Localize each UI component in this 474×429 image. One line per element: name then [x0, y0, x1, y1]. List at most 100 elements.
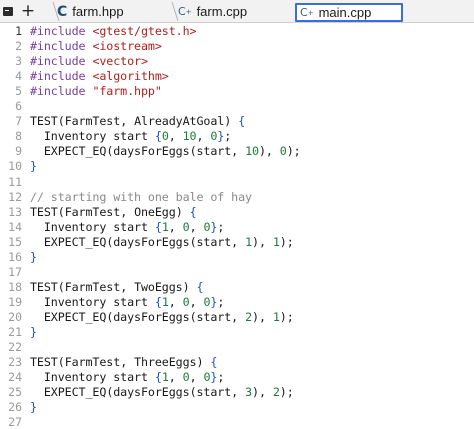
code-line[interactable]: 17: [0, 265, 474, 280]
code-token: start: [106, 294, 155, 309]
code-token: (: [189, 309, 197, 324]
code-token: ,: [265, 144, 280, 159]
code-token: 3: [245, 385, 252, 400]
code-line[interactable]: 20 EXPECT_EQ(daysForEggs(start, 2), 1);: [0, 310, 474, 325]
code-text: }: [30, 400, 37, 415]
code-line[interactable]: 16}: [0, 250, 474, 265]
code-text: }: [30, 159, 37, 174]
code-token: 1: [272, 309, 280, 324]
code-text: TEST(FarmTest, ThreeEggs) {: [30, 355, 217, 370]
code-text: TEST(FarmTest, TwoEggs) {: [30, 279, 204, 295]
tab-separator: [170, 2, 180, 21]
code-token: ,: [258, 385, 273, 400]
code-line[interactable]: 6: [0, 99, 474, 114]
code-token: ): [279, 309, 287, 324]
code-token: (: [189, 385, 197, 400]
code-line[interactable]: 25 EXPECT_EQ(daysForEggs(start, 3), 2);: [0, 385, 474, 400]
code-text: EXPECT_EQ(daysForEggs(start, 3), 2);: [30, 385, 294, 400]
code-line[interactable]: 22: [0, 340, 474, 355]
code-token: TEST: [30, 204, 58, 219]
code-token: ,: [168, 129, 183, 144]
line-number: 23: [8, 355, 22, 370]
code-line[interactable]: 26}: [0, 400, 474, 415]
cpp-file-icon: C +: [178, 5, 192, 18]
code-line[interactable]: 19 Inventory start {1, 0, 0};: [0, 295, 474, 310]
line-number: 2: [15, 39, 22, 54]
code-token: (: [57, 204, 65, 219]
code-token: ,: [168, 370, 183, 385]
code-token: ,: [168, 219, 183, 234]
code-token: ,: [196, 129, 211, 144]
code-token: ): [279, 385, 287, 400]
line-number: 10: [8, 159, 22, 174]
code-token: Inventory: [43, 129, 107, 144]
code-line[interactable]: 18 TEST(FarmTest, TwoEggs) {: [0, 280, 474, 295]
code-line[interactable]: 2 #include <iostream>: [0, 39, 474, 54]
code-token: (: [57, 355, 65, 370]
tab-farm-cpp[interactable]: C + farm.cpp: [171, 2, 284, 21]
tab-farm-hpp[interactable]: C farm.hpp: [52, 2, 163, 21]
code-token: Inventory: [43, 370, 107, 385]
code-token: ,: [120, 355, 135, 370]
code-line[interactable]: 1 #include <gtest/gtest.h>: [0, 24, 474, 39]
line-number: 6: [15, 99, 22, 114]
code-line[interactable]: 12 // starting with one bale of hay: [0, 190, 474, 205]
code-token: daysForEggs: [113, 309, 190, 324]
code-token: ;: [224, 129, 232, 144]
code-line[interactable]: 11: [0, 175, 474, 190]
code-text: #include <gtest/gtest.h>: [30, 24, 197, 39]
code-token: 0: [182, 219, 190, 234]
code-token: }: [30, 400, 37, 415]
code-line[interactable]: 8 Inventory start {0, 10, 0};: [0, 129, 474, 144]
terminal-icon[interactable]: [2, 3, 14, 19]
tab-separator: [51, 2, 61, 21]
code-line[interactable]: 14 Inventory start {1, 0, 0};: [0, 220, 474, 235]
code-token: TEST: [30, 355, 58, 370]
line-number: 19: [8, 294, 22, 309]
code-token: {: [154, 219, 162, 234]
code-token: ,: [120, 114, 135, 129]
code-line[interactable]: 23 TEST(FarmTest, ThreeEggs) {: [0, 355, 474, 370]
code-line[interactable]: 27: [0, 415, 474, 429]
code-line[interactable]: 15 EXPECT_EQ(daysForEggs(start, 1), 1);: [0, 235, 474, 250]
code-token: ;: [286, 309, 294, 324]
line-number: 17: [8, 264, 22, 279]
code-token: "farm.hpp": [92, 84, 162, 99]
code-line[interactable]: 5 #include "farm.hpp": [0, 84, 474, 99]
line-number: 11: [8, 174, 22, 189]
code-token: <vector>: [92, 54, 148, 69]
code-line[interactable]: 3 #include <vector>: [0, 54, 474, 69]
code-line[interactable]: 24 Inventory start {1, 0, 0};: [0, 370, 474, 385]
code-token: ;: [293, 144, 301, 159]
code-token: TEST: [30, 279, 58, 294]
code-token: ,: [189, 219, 204, 234]
code-line[interactable]: 9 EXPECT_EQ(daysForEggs(start, 10), 0);: [0, 144, 474, 159]
code-token: ,: [168, 294, 183, 309]
code-token: ,: [258, 309, 273, 324]
code-token: {: [210, 355, 218, 370]
code-token: Inventory: [43, 294, 107, 309]
tab-main-cpp-active[interactable]: C + main.cpp: [295, 3, 403, 22]
code-text: #include <iostream>: [30, 39, 162, 54]
code-editor[interactable]: 1 #include <gtest/gtest.h> 2 #include <iost…: [0, 23, 474, 429]
code-token: EXPECT_EQ: [43, 234, 107, 249]
code-line[interactable]: 21}: [0, 325, 474, 340]
code-line[interactable]: 13 TEST(FarmTest, OneEgg) {: [0, 205, 474, 220]
code-token: 1: [161, 370, 169, 385]
code-line[interactable]: 10}: [0, 159, 474, 174]
code-token: start,: [196, 234, 246, 249]
code-token: {: [154, 370, 162, 385]
line-number: 26: [8, 400, 22, 415]
new-tab-plus-icon[interactable]: +: [20, 3, 36, 20]
code-token: (: [189, 144, 197, 159]
code-line[interactable]: 7 TEST(FarmTest, AlreadyAtGoal) {: [0, 114, 474, 129]
code-token: EXPECT_EQ: [43, 144, 107, 159]
code-token: 0: [182, 370, 190, 385]
code-token: #include: [30, 54, 93, 69]
code-token: ): [258, 144, 266, 159]
code-line[interactable]: 4 #include <algorithm>: [0, 69, 474, 84]
